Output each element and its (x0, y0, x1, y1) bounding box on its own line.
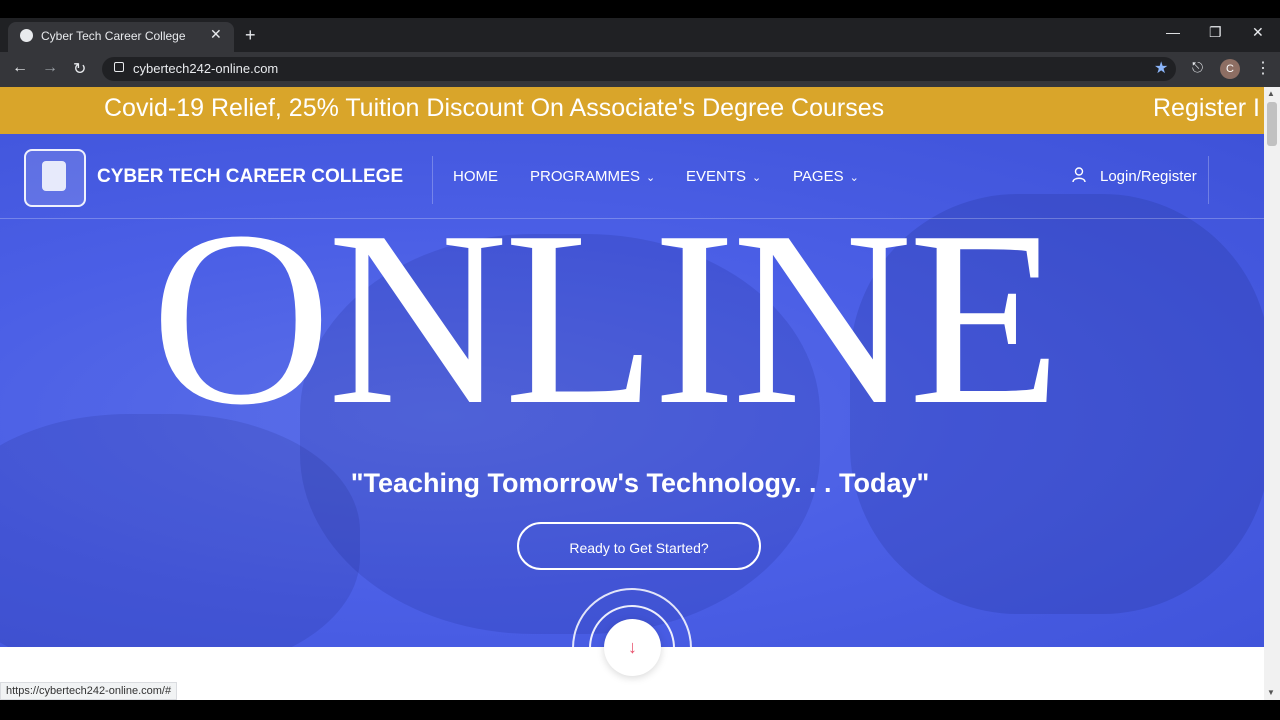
hero-headline: ONLINE (150, 180, 1061, 457)
minimize-icon[interactable]: — (1166, 24, 1180, 40)
arrow-down-icon: ↓ (628, 637, 637, 657)
get-started-button[interactable]: Ready to Get Started? (517, 522, 761, 570)
login-register-link[interactable]: Login/Register (1100, 168, 1197, 185)
restore-icon[interactable]: ❐ (1209, 24, 1222, 41)
hero-section: CYBER TECH CAREER COLLEGE HOME PROGRAMME… (0, 134, 1264, 647)
scrollbar-thumb[interactable] (1267, 102, 1277, 146)
forward-arrow-icon[interactable]: → (42, 59, 58, 77)
page-scrollbar[interactable] (1264, 87, 1280, 700)
scroll-down-icon[interactable]: ▼ (1267, 688, 1275, 697)
reload-icon[interactable]: ↻ (73, 59, 86, 79)
new-tab-button[interactable]: + (245, 25, 256, 46)
logo-emblem-icon (42, 161, 66, 191)
window-close-icon[interactable]: ✕ (1252, 24, 1264, 41)
college-logo[interactable] (24, 149, 86, 207)
scroll-up-icon[interactable]: ▲ (1267, 89, 1275, 98)
lock-icon[interactable] (114, 62, 124, 72)
tab-title[interactable]: Cyber Tech Career College (41, 29, 186, 43)
tab-close-icon[interactable]: ✕ (210, 26, 222, 43)
back-arrow-icon[interactable]: ← (12, 59, 28, 77)
user-icon[interactable] (1072, 167, 1086, 183)
url-text[interactable]: cybertech242-online.com (133, 61, 278, 76)
puzzle-icon[interactable]: ⎋ (1192, 59, 1203, 76)
hero-tagline: "Teaching Tomorrow's Technology. . . Tod… (350, 468, 930, 498)
nav-divider (1208, 156, 1209, 204)
profile-avatar[interactable]: C (1220, 59, 1240, 79)
kebab-menu-icon[interactable]: ⋮ (1255, 58, 1271, 78)
banner-text-next[interactable]: Register I (1153, 94, 1260, 123)
page-viewport: Covid-19 Relief, 25% Tuition Discount On… (0, 87, 1264, 700)
banner-text[interactable]: Covid-19 Relief, 25% Tuition Discount On… (104, 94, 884, 123)
bookmark-star-icon[interactable]: ★ (1154, 58, 1168, 78)
promo-banner[interactable]: Covid-19 Relief, 25% Tuition Discount On… (0, 87, 1264, 134)
scroll-down-button[interactable]: ↓ (604, 619, 661, 676)
status-bar-url: https://cybertech242-online.com/# (0, 682, 178, 700)
tab-favicon-icon (20, 29, 33, 42)
